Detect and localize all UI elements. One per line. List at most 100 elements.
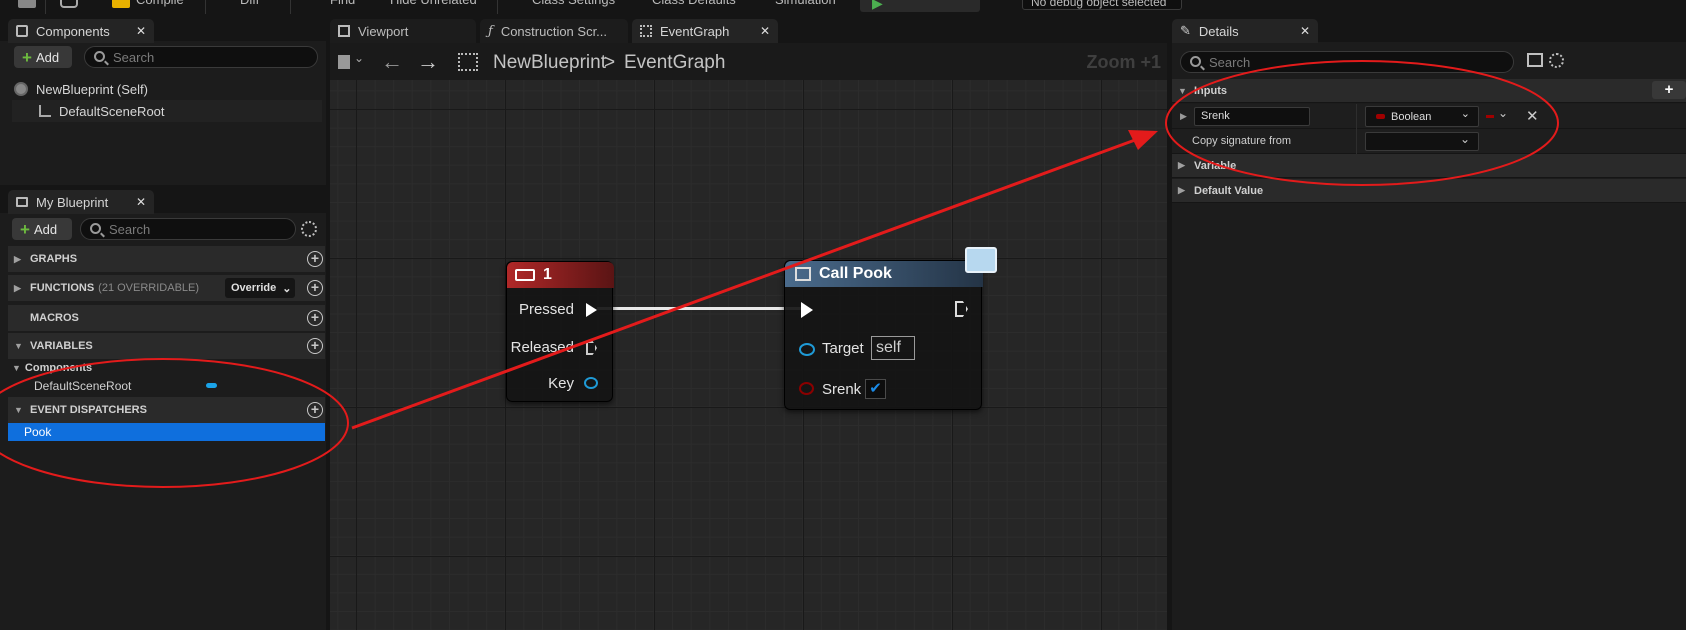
- compile-button[interactable]: Compile: [136, 0, 184, 10]
- details-search-placeholder: Search: [1209, 54, 1251, 70]
- components-tab-icon: [16, 25, 28, 37]
- dispatcher-item-pook-label: Pook: [24, 425, 52, 439]
- bookmark-icon[interactable]: [338, 55, 350, 69]
- exec-pin-icon[interactable]: [586, 303, 597, 317]
- hierarchy-icon[interactable]: [458, 53, 478, 71]
- add-dispatcher-icon[interactable]: +: [307, 402, 323, 418]
- my-blueprint-add-button[interactable]: + Add: [12, 218, 72, 240]
- container-type-dropdown[interactable]: ⌄: [1486, 106, 1510, 124]
- copy-signature-row: Copy signature from ⌄: [1172, 129, 1686, 154]
- section-functions-sub: (21 OVERRIDABLE): [98, 282, 200, 294]
- section-inputs[interactable]: ▼ Inputs +: [1172, 79, 1686, 103]
- pressed-pin-label: Pressed: [518, 301, 574, 318]
- close-icon[interactable]: ✕: [136, 24, 146, 38]
- simulation-button[interactable]: Simulation: [775, 0, 836, 10]
- section-inputs-label: Inputs: [1194, 84, 1227, 97]
- section-macros-label: MACROS: [30, 312, 79, 324]
- exec-out-pin-icon[interactable]: [955, 301, 968, 317]
- expand-arrow-icon[interactable]: ▶: [1180, 111, 1187, 122]
- my-blueprint-search-input[interactable]: Search: [80, 218, 296, 240]
- table-view-icon[interactable]: [1527, 53, 1543, 67]
- close-icon[interactable]: ✕: [1300, 24, 1310, 38]
- components-search-input[interactable]: Search: [84, 46, 318, 68]
- plus-icon: +: [22, 47, 32, 67]
- components-add-button[interactable]: + Add: [14, 46, 72, 68]
- hide-unrelated-button[interactable]: Hide Unrelated: [390, 0, 477, 10]
- copy-signature-label: Copy signature from: [1192, 135, 1292, 147]
- call-pook-node[interactable]: Call Pook Target self Srenk ✔: [784, 247, 997, 410]
- tab-viewport[interactable]: Viewport: [330, 19, 476, 43]
- target-pin-icon[interactable]: [799, 343, 815, 356]
- tab-construction-script[interactable]: ƒ Construction Scr...: [480, 19, 628, 43]
- key-node-header[interactable]: 1: [507, 262, 614, 288]
- gear-icon[interactable]: [301, 221, 317, 237]
- srenk-checkbox[interactable]: ✔: [865, 379, 886, 399]
- remove-input-icon[interactable]: ✕: [1526, 107, 1539, 125]
- section-macros[interactable]: MACROS +: [8, 305, 325, 331]
- chevron-down-icon[interactable]: ⌄: [354, 51, 364, 65]
- tab-components[interactable]: Components ✕: [8, 19, 154, 43]
- copy-signature-dropdown[interactable]: ⌄: [1365, 132, 1479, 151]
- components-search-placeholder: Search: [113, 49, 155, 65]
- exec-wire[interactable]: [597, 307, 805, 310]
- debug-object-select[interactable]: No debug object selected: [1022, 0, 1182, 10]
- section-event-dispatchers[interactable]: ▼ EVENT DISPATCHERS +: [8, 397, 325, 423]
- input-name-field[interactable]: Srenk: [1194, 107, 1310, 126]
- variable-defaultsceneroot[interactable]: DefaultSceneRoot: [8, 377, 325, 395]
- class-defaults-button[interactable]: Class Defaults: [652, 0, 736, 10]
- back-arrow-icon[interactable]: ←: [381, 49, 403, 75]
- chevron-down-icon: ⌄: [1459, 132, 1470, 146]
- forward-arrow-icon[interactable]: →: [417, 49, 439, 75]
- class-settings-button[interactable]: Class Settings: [532, 0, 615, 10]
- components-add-label: Add: [35, 49, 60, 65]
- play-icon[interactable]: ▶: [872, 0, 883, 13]
- tab-eventgraph[interactable]: EventGraph ✕: [632, 19, 778, 43]
- gear-icon[interactable]: [1549, 53, 1564, 68]
- collapse-arrow-icon: ▼: [14, 405, 23, 415]
- main-toolbar: Compile Diff Find Hide Unrelated Class S…: [0, 0, 1686, 16]
- call-node-header[interactable]: Call Pook: [785, 261, 983, 287]
- compile-icon[interactable]: [112, 0, 130, 8]
- override-dropdown[interactable]: Override ⌄: [225, 278, 295, 298]
- tree-item-defaultsceneroot[interactable]: DefaultSceneRoot: [12, 100, 322, 122]
- released-pin-label: Released: [510, 339, 574, 356]
- add-graph-icon[interactable]: +: [307, 251, 323, 267]
- key-event-node[interactable]: 1 Pressed Released Key: [506, 261, 614, 402]
- exec-pin-icon[interactable]: [586, 341, 597, 355]
- object-type-icon: [206, 383, 217, 388]
- diff-button[interactable]: Diff: [240, 0, 259, 10]
- breadcrumb-root[interactable]: NewBlueprint: [493, 52, 606, 74]
- close-icon[interactable]: ✕: [760, 24, 770, 38]
- event-graph-canvas[interactable]: [330, 80, 1167, 630]
- section-variable[interactable]: ▶ Variable: [1172, 154, 1686, 178]
- tree-item-self[interactable]: NewBlueprint (Self): [14, 79, 318, 99]
- viewport-icon: [338, 25, 350, 37]
- category-components[interactable]: ▼ Components: [8, 359, 325, 377]
- close-icon[interactable]: ✕: [136, 195, 146, 209]
- tab-my-blueprint[interactable]: My Blueprint ✕: [8, 190, 154, 214]
- boolean-pin-icon[interactable]: [799, 382, 814, 395]
- add-macro-icon[interactable]: +: [307, 310, 323, 326]
- find-button[interactable]: Find: [330, 0, 355, 10]
- override-dropdown-label: Override: [231, 282, 277, 294]
- add-input-button[interactable]: +: [1652, 81, 1686, 99]
- tab-details[interactable]: ✎ Details ✕: [1172, 19, 1318, 43]
- section-default-value[interactable]: ▶ Default Value: [1172, 179, 1686, 203]
- expand-arrow-icon: ▶: [1178, 160, 1185, 170]
- section-functions-label: FUNCTIONS: [30, 282, 95, 294]
- details-search-input[interactable]: Search: [1180, 51, 1514, 73]
- struct-pin-icon[interactable]: [584, 377, 598, 389]
- browse-icon[interactable]: [60, 0, 78, 8]
- section-variables[interactable]: ▼ VARIABLES +: [8, 333, 325, 359]
- exec-in-pin-icon[interactable]: [801, 302, 813, 318]
- add-variable-icon[interactable]: +: [307, 338, 323, 354]
- input-type-dropdown[interactable]: Boolean ⌄: [1365, 106, 1479, 127]
- target-value-field[interactable]: self: [871, 336, 915, 360]
- key-pin-label: Key: [548, 375, 574, 392]
- add-function-icon[interactable]: +: [307, 280, 323, 296]
- section-functions[interactable]: ▶ FUNCTIONS (21 OVERRIDABLE) Override ⌄ …: [8, 275, 325, 301]
- dispatcher-item-pook[interactable]: Pook: [8, 423, 325, 441]
- search-icon: [1190, 56, 1201, 67]
- save-icon[interactable]: [18, 0, 36, 8]
- section-graphs[interactable]: ▶ GRAPHS +: [8, 246, 325, 272]
